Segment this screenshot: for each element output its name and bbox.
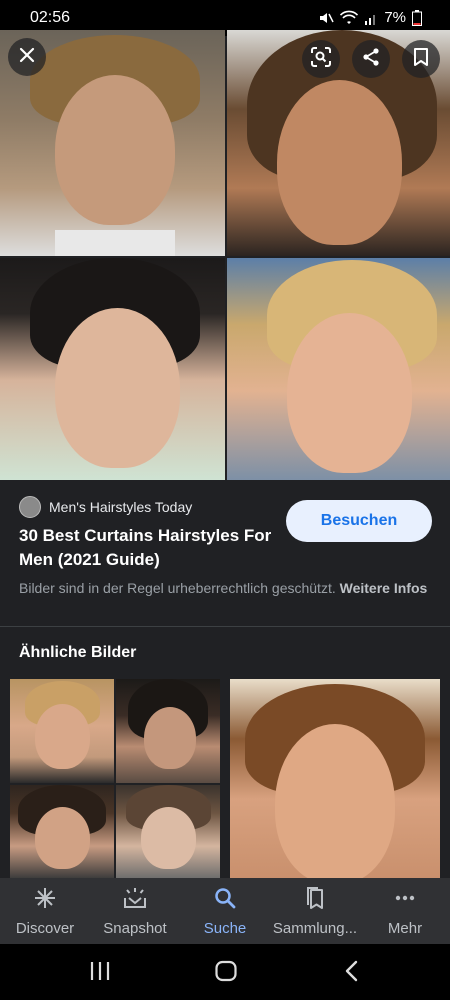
status-time: 02:56 <box>30 9 71 26</box>
similar-image-4[interactable] <box>116 785 220 879</box>
recent-apps-button[interactable] <box>88 960 112 987</box>
similar-image-2[interactable] <box>116 679 220 783</box>
similar-image-3[interactable] <box>10 785 114 879</box>
back-button[interactable] <box>342 960 362 987</box>
similar-images-heading: Ähnliche Bilder <box>19 644 137 661</box>
similar-image-1[interactable] <box>10 679 114 783</box>
nav-more-label: Mehr <box>387 919 423 937</box>
more-info-link[interactable]: Weitere Infos <box>340 580 428 596</box>
hairstyle-photo-3[interactable] <box>0 258 225 480</box>
copyright-notice: Bilder sind in der Regel urheberrechtlic… <box>19 578 429 598</box>
lens-button[interactable] <box>302 40 340 78</box>
signal-icon <box>364 11 378 25</box>
lens-icon <box>310 46 332 73</box>
hairstyle-photo-4[interactable] <box>227 258 450 480</box>
recent-apps-icon <box>88 962 112 986</box>
source-name: Men's Hairstyles Today <box>49 499 193 515</box>
search-icon <box>213 886 237 915</box>
system-navigation-bar <box>0 944 450 1000</box>
share-icon <box>361 47 381 72</box>
nav-more[interactable]: Mehr <box>360 878 450 944</box>
bookmark-button[interactable] <box>402 40 440 78</box>
bottom-navigation: Discover Snapshot Suche Sammlung... Mehr <box>0 878 450 944</box>
mute-icon <box>318 10 334 26</box>
asterisk-icon <box>33 886 57 915</box>
source-avatar <box>19 496 41 518</box>
nav-collections-label: Sammlung... <box>272 919 358 937</box>
close-button[interactable] <box>8 38 46 76</box>
visit-button[interactable]: Besuchen <box>286 500 432 542</box>
battery-icon <box>412 9 422 26</box>
snapshot-icon <box>122 886 148 915</box>
nav-discover-label: Discover <box>15 919 75 937</box>
home-icon <box>214 960 238 986</box>
copyright-text: Bilder sind in der Regel urheberrechtlic… <box>19 580 336 596</box>
nav-snapshot[interactable]: Snapshot <box>90 878 180 944</box>
close-icon <box>19 47 35 68</box>
battery-percent: 7% <box>384 9 406 26</box>
bookmark-icon <box>413 47 429 72</box>
collections-icon <box>304 886 326 915</box>
share-button[interactable] <box>352 40 390 78</box>
home-button[interactable] <box>214 960 238 987</box>
wifi-icon <box>340 10 359 26</box>
source-row[interactable]: Men's Hairstyles Today <box>19 496 192 518</box>
nav-snapshot-label: Snapshot <box>103 919 167 937</box>
nav-discover[interactable]: Discover <box>0 878 90 944</box>
similar-image-5[interactable] <box>230 679 440 879</box>
nav-search[interactable]: Suche <box>180 878 270 944</box>
status-icons: 7% <box>318 9 422 26</box>
result-title[interactable]: 30 Best Curtains Hairstyles For Men (202… <box>19 524 279 572</box>
result-info-panel: Men's Hairstyles Today 30 Best Curtains … <box>0 480 450 626</box>
section-divider <box>0 626 450 627</box>
back-icon <box>342 960 362 986</box>
more-icon <box>393 886 417 915</box>
nav-search-label: Suche <box>203 919 247 937</box>
nav-collections[interactable]: Sammlung... <box>270 878 360 944</box>
